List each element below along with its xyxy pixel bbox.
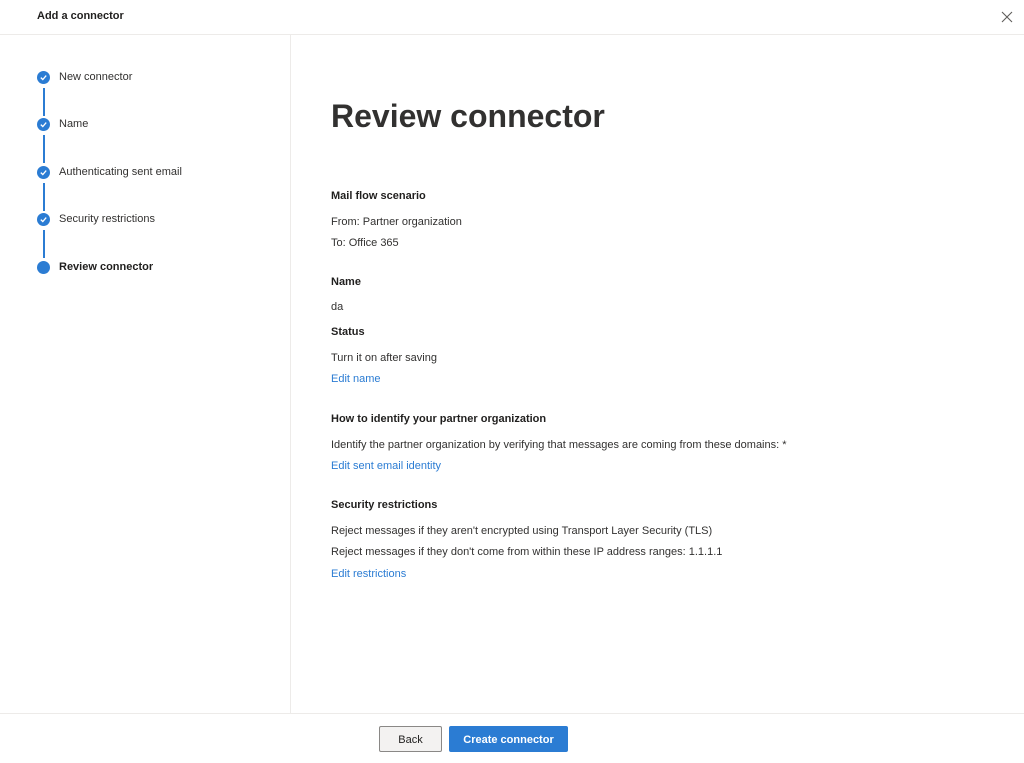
step-connector-line bbox=[42, 230, 45, 258]
create-connector-button[interactable]: Create connector bbox=[449, 726, 568, 752]
edit-restrictions-link[interactable]: Edit restrictions bbox=[331, 568, 406, 580]
dialog-footer: Back Create connector bbox=[0, 713, 1024, 763]
name-value: da bbox=[331, 301, 344, 313]
security-ip-line: Reject messages if they don't come from … bbox=[331, 546, 723, 558]
check-icon bbox=[37, 71, 50, 84]
back-button[interactable]: Back bbox=[379, 726, 442, 752]
edit-name-link[interactable]: Edit name bbox=[331, 373, 381, 385]
step-connector-line bbox=[42, 135, 45, 163]
check-icon bbox=[37, 166, 50, 179]
mail-flow-heading: Mail flow scenario bbox=[331, 190, 426, 202]
step-connector-line bbox=[42, 183, 45, 211]
step-label: Review connector bbox=[59, 261, 154, 273]
edit-sent-email-identity-link[interactable]: Edit sent email identity bbox=[331, 460, 441, 472]
step-label: Security restrictions bbox=[59, 213, 155, 225]
name-heading: Name bbox=[331, 276, 361, 288]
add-connector-dialog: Add a connector New connector Name Authe… bbox=[0, 0, 1024, 763]
step-connector-line bbox=[42, 88, 45, 116]
dialog-title: Add a connector bbox=[37, 10, 124, 22]
dialog-header: Add a connector bbox=[0, 0, 1024, 35]
close-button[interactable] bbox=[998, 8, 1016, 26]
mail-flow-from: From: Partner organization bbox=[331, 216, 462, 228]
page-title: Review connector bbox=[331, 98, 605, 134]
status-value: Turn it on after saving bbox=[331, 352, 437, 364]
wizard-steps: New connector Name Authenticating sent e… bbox=[0, 35, 291, 713]
status-heading: Status bbox=[331, 326, 365, 338]
check-icon bbox=[37, 118, 50, 131]
step-label: Name bbox=[59, 118, 89, 130]
step-label: Authenticating sent email bbox=[59, 166, 182, 178]
security-heading: Security restrictions bbox=[331, 499, 438, 511]
security-tls-line: Reject messages if they aren't encrypted… bbox=[331, 525, 713, 537]
mail-flow-to: To: Office 365 bbox=[331, 237, 399, 249]
close-icon bbox=[1001, 11, 1013, 23]
current-step-icon bbox=[37, 261, 50, 274]
step-label: New connector bbox=[59, 71, 133, 83]
check-icon bbox=[37, 213, 50, 226]
identify-value: Identify the partner organization by ver… bbox=[331, 439, 787, 451]
identify-heading: How to identify your partner organizatio… bbox=[331, 413, 547, 425]
